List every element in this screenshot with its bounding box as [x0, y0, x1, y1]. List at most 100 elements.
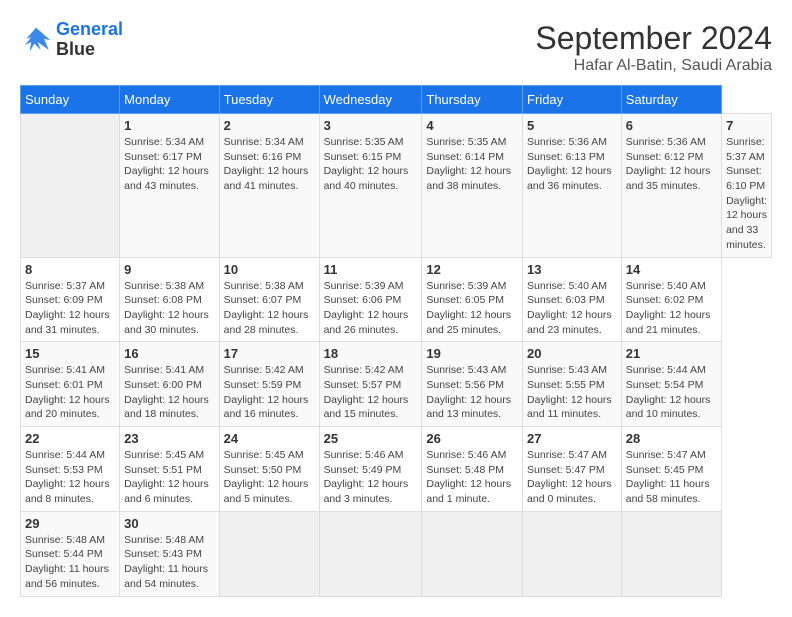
day-number: 1 [124, 118, 214, 133]
day-info: Sunrise: 5:42 AMSunset: 5:59 PMDaylight:… [224, 363, 315, 422]
day-number: 29 [25, 516, 115, 531]
calendar-cell: 1 Sunrise: 5:34 AMSunset: 6:17 PMDaylight… [120, 114, 219, 258]
day-info: Sunrise: 5:44 AMSunset: 5:54 PMDaylight:… [626, 363, 717, 422]
calendar-cell: 25 Sunrise: 5:46 AMSunset: 5:49 PMDayligh… [319, 427, 422, 512]
day-info: Sunrise: 5:35 AMSunset: 6:14 PMDaylight:… [426, 135, 518, 194]
day-info: Sunrise: 5:45 AMSunset: 5:51 PMDaylight:… [124, 448, 214, 507]
day-header-friday: Friday [523, 86, 622, 114]
day-info: Sunrise: 5:41 AMSunset: 6:01 PMDaylight:… [25, 363, 115, 422]
calendar-cell: 11 Sunrise: 5:39 AMSunset: 6:06 PMDayligh… [319, 257, 422, 342]
day-info: Sunrise: 5:46 AMSunset: 5:48 PMDaylight:… [426, 448, 518, 507]
day-number: 30 [124, 516, 214, 531]
day-info: Sunrise: 5:43 AMSunset: 5:56 PMDaylight:… [426, 363, 518, 422]
day-number: 15 [25, 346, 115, 361]
calendar-cell [319, 511, 422, 596]
calendar-cell: 17 Sunrise: 5:42 AMSunset: 5:59 PMDayligh… [219, 342, 319, 427]
calendar-cell: 3Sunrise: 5:35 AMSunset: 6:15 PMDaylight… [319, 114, 422, 258]
day-number: 27 [527, 431, 617, 446]
day-info: Sunrise: 5:38 AMSunset: 6:07 PMDaylight:… [224, 279, 315, 338]
day-number: 6 [626, 118, 717, 133]
calendar-cell [219, 511, 319, 596]
day-number: 10 [224, 262, 315, 277]
calendar-week-row: 1 Sunrise: 5:34 AMSunset: 6:17 PMDaylight… [21, 114, 772, 258]
calendar-cell: 9Sunrise: 5:38 AMSunset: 6:08 PMDaylight… [120, 257, 219, 342]
calendar-cell: 6Sunrise: 5:36 AMSunset: 6:12 PMDaylight… [621, 114, 721, 258]
calendar-cell [523, 511, 622, 596]
day-header-thursday: Thursday [422, 86, 523, 114]
day-info: Sunrise: 5:39 AMSunset: 6:06 PMDaylight:… [324, 279, 418, 338]
calendar-cell: 30 Sunrise: 5:48 AMSunset: 5:43 PMDayligh… [120, 511, 219, 596]
calendar-cell: 2 Sunrise: 5:34 AMSunset: 6:16 PMDaylight… [219, 114, 319, 258]
calendar-week-row: 22Sunrise: 5:44 AMSunset: 5:53 PMDayligh… [21, 427, 772, 512]
calendar-week-row: 15 Sunrise: 5:41 AMSunset: 6:01 PMDayligh… [21, 342, 772, 427]
day-info: Sunrise: 5:47 AMSunset: 5:47 PMDaylight:… [527, 448, 617, 507]
day-info: Sunrise: 5:43 AMSunset: 5:55 PMDaylight:… [527, 363, 617, 422]
day-number: 8 [25, 262, 115, 277]
day-info: Sunrise: 5:37 AMSunset: 6:09 PMDaylight:… [25, 279, 115, 338]
day-info: Sunrise: 5:34 AMSunset: 6:17 PMDaylight:… [124, 135, 214, 194]
day-number: 17 [224, 346, 315, 361]
calendar-cell: 5 Sunrise: 5:36 AMSunset: 6:13 PMDaylight… [523, 114, 622, 258]
day-header-saturday: Saturday [621, 86, 721, 114]
calendar-cell: 4Sunrise: 5:35 AMSunset: 6:14 PMDaylight… [422, 114, 523, 258]
calendar-cell: 7 Sunrise: 5:37 AMSunset: 6:10 PMDaylight… [722, 114, 772, 258]
location-title: Hafar Al-Batin, Saudi Arabia [535, 57, 772, 75]
day-info: Sunrise: 5:40 AMSunset: 6:02 PMDaylight:… [626, 279, 717, 338]
day-info: Sunrise: 5:34 AMSunset: 6:16 PMDaylight:… [224, 135, 315, 194]
day-number: 12 [426, 262, 518, 277]
day-info: Sunrise: 5:37 AMSunset: 6:10 PMDaylight:… [726, 135, 767, 253]
day-number: 20 [527, 346, 617, 361]
day-number: 3 [324, 118, 418, 133]
day-number: 26 [426, 431, 518, 446]
logo-icon [20, 26, 52, 54]
day-header-sunday: Sunday [21, 86, 120, 114]
logo-text: General Blue [56, 20, 123, 60]
day-number: 11 [324, 262, 418, 277]
day-info: Sunrise: 5:47 AMSunset: 5:45 PMDaylight:… [626, 448, 717, 507]
day-number: 16 [124, 346, 214, 361]
day-header-wednesday: Wednesday [319, 86, 422, 114]
calendar-cell: 21Sunrise: 5:44 AMSunset: 5:54 PMDayligh… [621, 342, 721, 427]
day-number: 5 [527, 118, 617, 133]
day-header-monday: Monday [120, 86, 219, 114]
calendar-cell: 22Sunrise: 5:44 AMSunset: 5:53 PMDayligh… [21, 427, 120, 512]
calendar-table: SundayMondayTuesdayWednesdayThursdayFrid… [20, 85, 772, 597]
calendar-cell [422, 511, 523, 596]
calendar-cell: 26 Sunrise: 5:46 AMSunset: 5:48 PMDayligh… [422, 427, 523, 512]
day-number: 23 [124, 431, 214, 446]
calendar-cell: 20 Sunrise: 5:43 AMSunset: 5:55 PMDayligh… [523, 342, 622, 427]
calendar-cell [621, 511, 721, 596]
calendar-body: 1 Sunrise: 5:34 AMSunset: 6:17 PMDaylight… [21, 114, 772, 597]
day-info: Sunrise: 5:40 AMSunset: 6:03 PMDaylight:… [527, 279, 617, 338]
calendar-cell: 15 Sunrise: 5:41 AMSunset: 6:01 PMDayligh… [21, 342, 120, 427]
calendar-cell: 13 Sunrise: 5:40 AMSunset: 6:03 PMDayligh… [523, 257, 622, 342]
day-number: 7 [726, 118, 767, 133]
calendar-cell: 10 Sunrise: 5:38 AMSunset: 6:07 PMDayligh… [219, 257, 319, 342]
page-header: General Blue September 2024 Hafar Al-Bat… [20, 20, 772, 75]
day-number: 25 [324, 431, 418, 446]
day-header-tuesday: Tuesday [219, 86, 319, 114]
calendar-cell: 14Sunrise: 5:40 AMSunset: 6:02 PMDayligh… [621, 257, 721, 342]
calendar-cell: 19 Sunrise: 5:43 AMSunset: 5:56 PMDayligh… [422, 342, 523, 427]
day-info: Sunrise: 5:46 AMSunset: 5:49 PMDaylight:… [324, 448, 418, 507]
calendar-cell [21, 114, 120, 258]
day-info: Sunrise: 5:36 AMSunset: 6:13 PMDaylight:… [527, 135, 617, 194]
day-number: 24 [224, 431, 315, 446]
calendar-cell: 24Sunrise: 5:45 AMSunset: 5:50 PMDayligh… [219, 427, 319, 512]
day-info: Sunrise: 5:48 AMSunset: 5:44 PMDaylight:… [25, 533, 115, 592]
day-info: Sunrise: 5:39 AMSunset: 6:05 PMDaylight:… [426, 279, 518, 338]
day-number: 22 [25, 431, 115, 446]
calendar-header-row: SundayMondayTuesdayWednesdayThursdayFrid… [21, 86, 772, 114]
day-number: 28 [626, 431, 717, 446]
calendar-week-row: 8 Sunrise: 5:37 AMSunset: 6:09 PMDaylight… [21, 257, 772, 342]
title-area: September 2024 Hafar Al-Batin, Saudi Ara… [535, 20, 772, 75]
day-info: Sunrise: 5:38 AMSunset: 6:08 PMDaylight:… [124, 279, 214, 338]
day-number: 2 [224, 118, 315, 133]
day-number: 19 [426, 346, 518, 361]
calendar-cell: 18Sunrise: 5:42 AMSunset: 5:57 PMDayligh… [319, 342, 422, 427]
day-number: 18 [324, 346, 418, 361]
day-number: 13 [527, 262, 617, 277]
day-info: Sunrise: 5:48 AMSunset: 5:43 PMDaylight:… [124, 533, 214, 592]
month-title: September 2024 [535, 20, 772, 57]
calendar-cell: 28 Sunrise: 5:47 AMSunset: 5:45 PMDayligh… [621, 427, 721, 512]
